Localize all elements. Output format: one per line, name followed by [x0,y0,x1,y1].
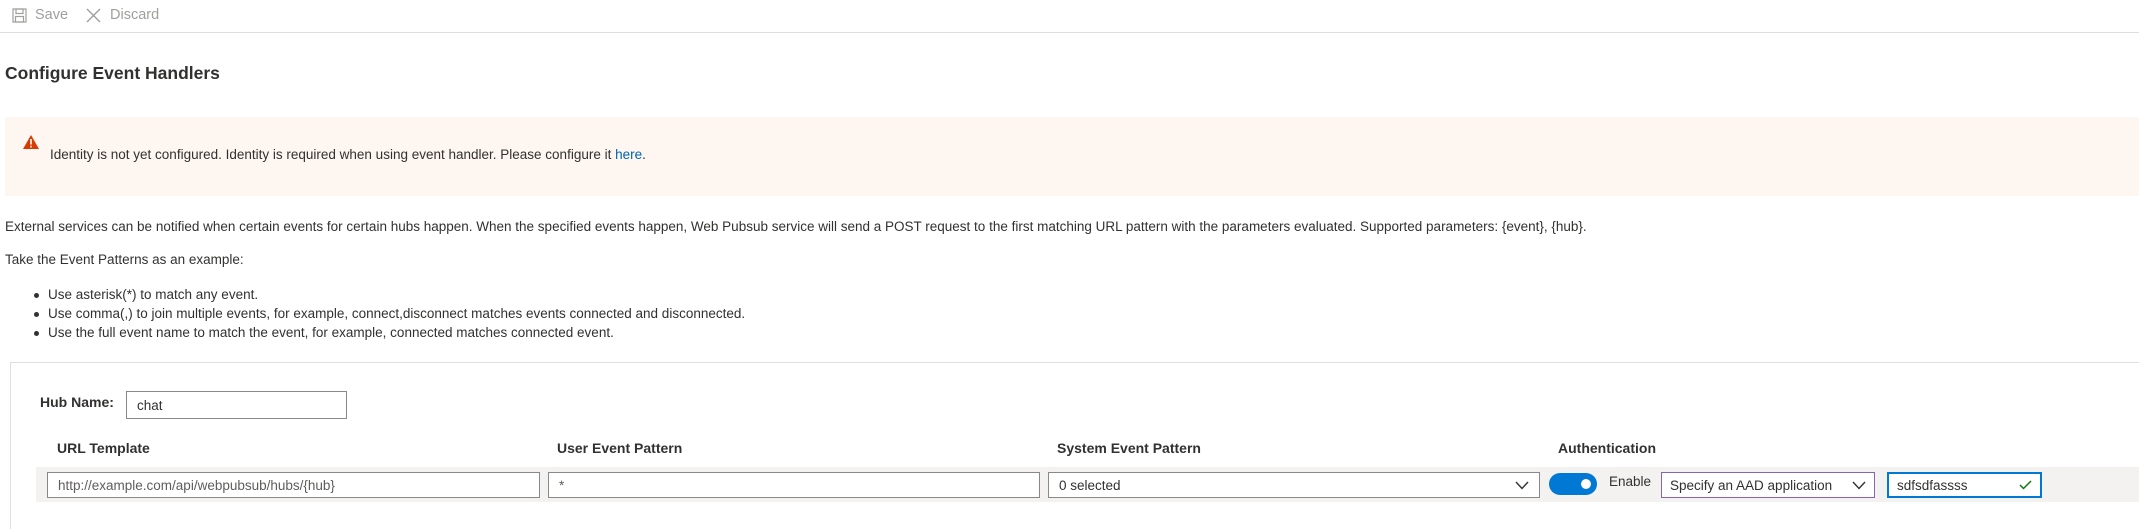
warning-suffix: . [642,147,646,162]
list-item: Use the full event name to match the eve… [32,323,745,342]
command-bar: Save Discard [0,0,2139,33]
url-template-input[interactable] [47,472,540,498]
toggle-knob [1581,479,1591,489]
example-intro: Take the Event Patterns as an example: [5,252,244,267]
discard-button[interactable]: Discard [85,2,159,28]
save-label: Save [35,7,69,23]
column-header-system-event-pattern: System Event Pattern [1057,440,1201,456]
column-header-user-event-pattern: User Event Pattern [557,440,683,456]
close-icon [85,7,102,24]
list-item: Use asterisk(*) to match any event. [32,285,745,304]
aad-application-id-input[interactable]: sdfsdfassss [1887,472,2042,498]
chevron-down-icon [1515,478,1529,493]
column-header-url-template: URL Template [57,440,150,456]
chevron-down-icon [1852,478,1866,493]
warning-icon [22,134,40,153]
system-event-pattern-dropdown[interactable]: 0 selected [1048,472,1540,498]
warning-message: Identity is not yet configured. Identity… [50,147,646,162]
user-event-pattern-input[interactable] [548,472,1040,498]
column-header-authentication: Authentication [1558,440,1656,456]
list-item: Use comma(,) to join multiple events, fo… [32,304,745,323]
authentication-toggle[interactable] [1549,473,1597,495]
save-icon [12,7,27,23]
identity-warning-banner: Identity is not yet configured. Identity… [5,117,2139,196]
system-event-selected-value: 0 selected [1059,477,1121,493]
checkmark-icon [2019,478,2032,493]
page-title: Configure Event Handlers [5,63,220,83]
configure-identity-link[interactable]: here [615,147,642,162]
description: External services can be notified when c… [5,219,1587,234]
discard-label: Discard [110,7,160,23]
warning-text: Identity is not yet configured. Identity… [50,147,616,162]
save-button[interactable]: Save [12,2,68,28]
hub-name-input[interactable] [126,391,347,419]
hub-name-label: Hub Name: [40,394,114,410]
aad-application-id-value: sdfsdfassss [1897,477,1968,493]
pattern-rules-list: Use asterisk(*) to match any event. Use … [32,285,745,342]
authentication-type-value: Specify an AAD application [1670,477,1833,493]
authentication-toggle-label: Enable [1609,474,1652,489]
authentication-type-dropdown[interactable]: Specify an AAD application [1661,472,1875,498]
